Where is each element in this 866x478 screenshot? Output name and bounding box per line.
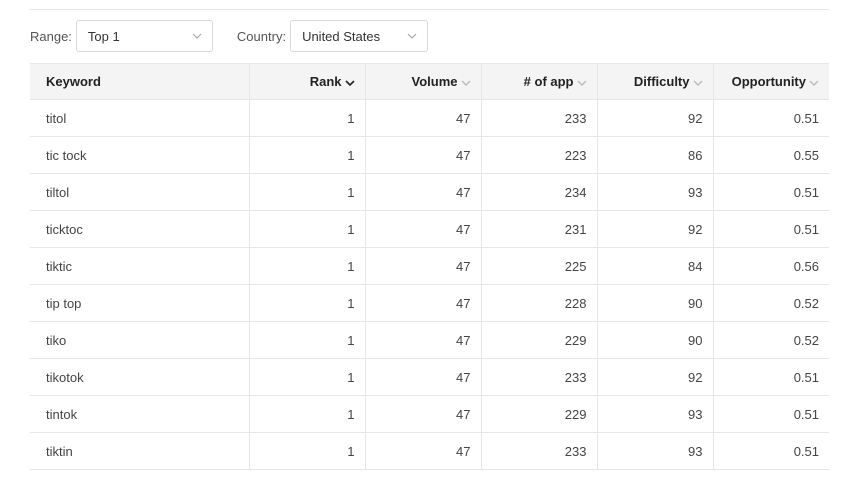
column-header-label: Volume xyxy=(411,74,458,89)
volume-cell: 47 xyxy=(364,432,481,470)
opportunity-cell: 0.51 xyxy=(712,358,829,396)
opportunity-cell: 0.51 xyxy=(712,432,829,470)
table-row: tip top 1 47 228 90 0.52 xyxy=(30,284,829,322)
volume-cell: 47 xyxy=(364,173,481,211)
sort-chevron-down-icon xyxy=(461,74,471,89)
num-apps-cell: 233 xyxy=(480,358,597,396)
keyword-cell[interactable]: titol xyxy=(30,99,249,137)
table-header-row: Keyword Rank Volume # of app Difficulty … xyxy=(30,63,829,100)
volume-cell: 47 xyxy=(364,247,481,285)
country-label: Country: xyxy=(236,28,287,44)
top-divider xyxy=(30,9,829,10)
opportunity-cell: 0.51 xyxy=(712,395,829,433)
country-select[interactable]: United States xyxy=(290,20,429,52)
volume-cell: 47 xyxy=(364,284,481,322)
difficulty-cell: 92 xyxy=(596,99,713,137)
rank-cell: 1 xyxy=(248,321,365,359)
column-header-difficulty[interactable]: Difficulty xyxy=(596,63,713,100)
volume-cell: 47 xyxy=(364,99,481,137)
keyword-table: Keyword Rank Volume # of app Difficulty … xyxy=(30,63,829,470)
column-header-keyword: Keyword xyxy=(30,63,249,100)
table-row: tiktin 1 47 233 93 0.51 xyxy=(30,432,829,470)
table-row: tiko 1 47 229 90 0.52 xyxy=(30,321,829,359)
difficulty-cell: 90 xyxy=(596,321,713,359)
rank-cell: 1 xyxy=(248,247,365,285)
opportunity-cell: 0.51 xyxy=(712,173,829,211)
volume-cell: 47 xyxy=(364,321,481,359)
rank-cell: 1 xyxy=(248,395,365,433)
rank-cell: 1 xyxy=(248,432,365,470)
filter-bar: Range: Top 1 Country: United States xyxy=(30,20,429,52)
keyword-cell[interactable]: tintok xyxy=(30,395,249,433)
num-apps-cell: 228 xyxy=(480,284,597,322)
table-row: tiltol 1 47 234 93 0.51 xyxy=(30,173,829,211)
difficulty-cell: 93 xyxy=(596,395,713,433)
keyword-cell[interactable]: tic tock xyxy=(30,136,249,174)
chevron-down-icon xyxy=(192,33,202,39)
num-apps-cell: 234 xyxy=(480,173,597,211)
table-row: ticktoc 1 47 231 92 0.51 xyxy=(30,210,829,248)
country-select-value: United States xyxy=(302,28,381,44)
column-header-label: Rank xyxy=(309,74,342,89)
sort-chevron-down-icon xyxy=(344,74,355,89)
keyword-cell[interactable]: tip top xyxy=(30,284,249,322)
volume-cell: 47 xyxy=(364,395,481,433)
volume-cell: 47 xyxy=(364,358,481,396)
opportunity-cell: 0.55 xyxy=(712,136,829,174)
column-header-num-apps[interactable]: # of app xyxy=(480,63,597,100)
rank-cell: 1 xyxy=(248,173,365,211)
difficulty-cell: 86 xyxy=(596,136,713,174)
sort-chevron-down-icon xyxy=(693,74,703,89)
column-header-label: Keyword xyxy=(46,74,101,89)
opportunity-cell: 0.52 xyxy=(712,321,829,359)
num-apps-cell: 229 xyxy=(480,395,597,433)
range-select[interactable]: Top 1 xyxy=(75,20,213,52)
table-row: titol 1 47 233 92 0.51 xyxy=(30,99,829,137)
rank-cell: 1 xyxy=(248,284,365,322)
volume-cell: 47 xyxy=(364,136,481,174)
rank-cell: 1 xyxy=(248,210,365,248)
column-header-opportunity[interactable]: Opportunity xyxy=(712,63,829,100)
opportunity-cell: 0.51 xyxy=(712,210,829,248)
table-row: tiktic 1 47 225 84 0.56 xyxy=(30,247,829,285)
difficulty-cell: 93 xyxy=(596,173,713,211)
range-label: Range: xyxy=(30,28,72,44)
opportunity-cell: 0.51 xyxy=(712,99,829,137)
sort-chevron-down-icon xyxy=(809,74,819,89)
chevron-down-icon xyxy=(407,33,417,39)
num-apps-cell: 233 xyxy=(480,99,597,137)
keyword-cell[interactable]: tiktic xyxy=(30,247,249,285)
rank-cell: 1 xyxy=(248,358,365,396)
difficulty-cell: 92 xyxy=(596,210,713,248)
keyword-cell[interactable]: tiltol xyxy=(30,173,249,211)
table-row: tikotok 1 47 233 92 0.51 xyxy=(30,358,829,396)
column-header-rank[interactable]: Rank xyxy=(248,63,365,100)
sort-chevron-down-icon xyxy=(577,74,587,89)
num-apps-cell: 231 xyxy=(480,210,597,248)
column-header-label: Difficulty xyxy=(633,74,690,89)
keyword-cell[interactable]: tiktin xyxy=(30,432,249,470)
keyword-cell[interactable]: tikotok xyxy=(30,358,249,396)
volume-cell: 47 xyxy=(364,210,481,248)
table-row: tintok 1 47 229 93 0.51 xyxy=(30,395,829,433)
column-header-label: # of app xyxy=(523,74,574,89)
num-apps-cell: 229 xyxy=(480,321,597,359)
table-row: tic tock 1 47 223 86 0.55 xyxy=(30,136,829,174)
rank-cell: 1 xyxy=(248,99,365,137)
column-header-volume[interactable]: Volume xyxy=(364,63,481,100)
keyword-cell[interactable]: ticktoc xyxy=(30,210,249,248)
num-apps-cell: 233 xyxy=(480,432,597,470)
opportunity-cell: 0.52 xyxy=(712,284,829,322)
num-apps-cell: 223 xyxy=(480,136,597,174)
keyword-cell[interactable]: tiko xyxy=(30,321,249,359)
rank-cell: 1 xyxy=(248,136,365,174)
difficulty-cell: 92 xyxy=(596,358,713,396)
difficulty-cell: 93 xyxy=(596,432,713,470)
opportunity-cell: 0.56 xyxy=(712,247,829,285)
num-apps-cell: 225 xyxy=(480,247,597,285)
difficulty-cell: 90 xyxy=(596,284,713,322)
range-select-value: Top 1 xyxy=(87,28,120,44)
difficulty-cell: 84 xyxy=(596,247,713,285)
column-header-label: Opportunity xyxy=(731,74,806,89)
